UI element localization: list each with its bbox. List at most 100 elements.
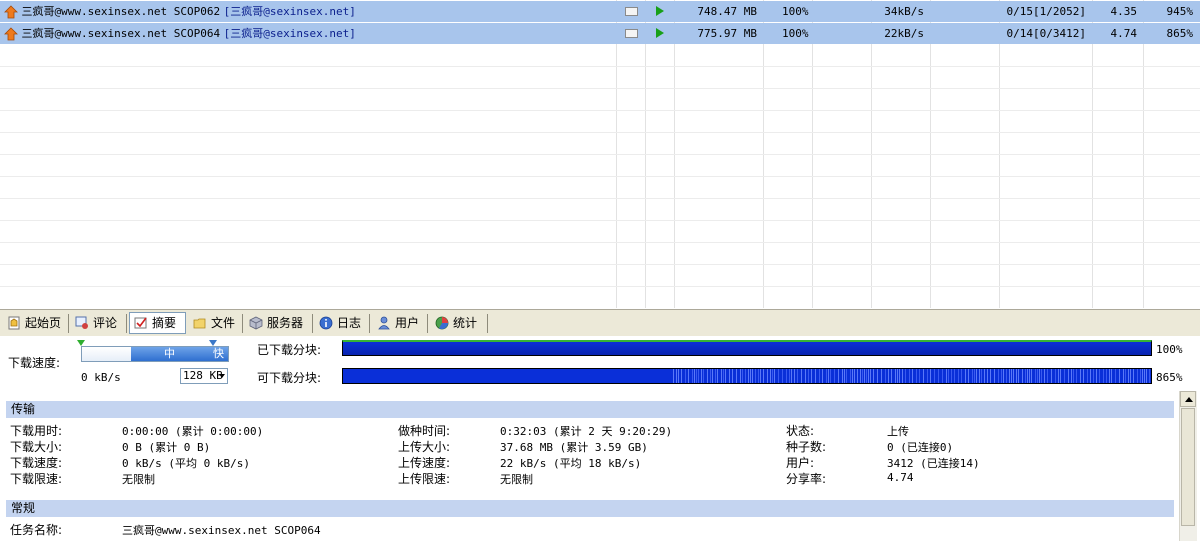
availability-stripe [1119, 369, 1120, 383]
availability-stripe [694, 369, 695, 383]
availability-stripe [1044, 369, 1045, 383]
scroll-up-button[interactable] [1180, 391, 1196, 407]
tab-summary[interactable]: 摘要 [129, 312, 186, 334]
availability-stripe [723, 369, 724, 383]
availability-stripe [990, 369, 991, 383]
availability-stripe [1125, 369, 1126, 383]
column-divider [1143, 0, 1144, 308]
tab-label: 文件 [211, 316, 236, 330]
availability-stripe [755, 369, 756, 383]
availability-stripe [862, 369, 863, 383]
download-speed-label: 下载速度: [8, 356, 61, 370]
table-row[interactable]: 三疯哥@www.sexinsex.net SCOP064 [三疯哥@sexins… [0, 23, 1200, 44]
availability-stripe [815, 369, 816, 383]
stat-value: 4.74 [887, 471, 914, 484]
scroll-thumb[interactable] [1181, 408, 1195, 526]
availability-stripe [1087, 369, 1088, 383]
availability-stripe [987, 369, 988, 383]
block-size-select[interactable]: 128 KB [180, 368, 228, 384]
availability-stripe [961, 369, 962, 383]
availability-stripe [707, 369, 708, 383]
availability-stripe [1090, 369, 1091, 383]
availability-stripe [866, 369, 867, 383]
availability-stripe [1073, 369, 1074, 383]
availability-stripe [752, 369, 753, 383]
stat-value: 0 B (累计 0 B) [122, 441, 211, 454]
home-page-icon [8, 316, 20, 330]
availability-stripe [715, 369, 716, 383]
availability-stripe [897, 369, 898, 383]
task-name-cell[interactable]: 三疯哥@www.sexinsex.net SCOP062 [三疯哥@sexins… [4, 1, 356, 22]
comment-cell[interactable] [617, 23, 645, 44]
availability-stripe [930, 369, 931, 383]
availability-stripe [1080, 369, 1081, 383]
availability-stripe [844, 369, 845, 383]
available-blocks-bar [342, 368, 1152, 384]
task-name-value: 三疯哥@www.sexinsex.net SCOP064 [122, 524, 321, 537]
stat-value: 上传 [887, 425, 909, 438]
availability-stripe [1128, 369, 1129, 383]
availability-stripe [772, 369, 773, 383]
availability-stripe [916, 369, 917, 383]
availability-stripe [770, 369, 771, 383]
tab-start-page[interactable]: 起始页 [3, 314, 69, 333]
availability-stripe [742, 369, 743, 383]
comment-cell[interactable] [617, 1, 645, 22]
availability-stripe [981, 369, 982, 383]
tab-log[interactable]: 日志 [315, 314, 370, 333]
stat-label: 分享率: [786, 472, 827, 486]
availability-stripe [965, 369, 966, 383]
availability-stripe [1106, 369, 1107, 383]
upload-arrow-icon [4, 5, 18, 19]
availability-stripe [710, 369, 711, 383]
task-name-cell[interactable]: 三疯哥@www.sexinsex.net SCOP064 [三疯哥@sexins… [4, 23, 356, 44]
tab-users[interactable]: 用户 [373, 314, 428, 333]
availability-stripe [1022, 369, 1023, 383]
stat-value: 22 kB/s (平均 18 kB/s) [500, 457, 642, 470]
availability-stripe [797, 369, 798, 383]
availability-stripe [919, 369, 920, 383]
speed-limit-slider[interactable]: 中 快 [81, 346, 229, 362]
availability-stripe [899, 369, 900, 383]
stat-label: 下载用时: [10, 424, 63, 438]
table-row[interactable]: 三疯哥@www.sexinsex.net SCOP062 [三疯哥@sexins… [0, 1, 1200, 22]
tab-label: 摘要 [152, 316, 177, 330]
status-cell[interactable] [646, 1, 674, 22]
tab-servers[interactable]: 服务器 [245, 314, 313, 333]
availability-stripe [1029, 369, 1030, 383]
column-divider [616, 0, 617, 308]
row-divider [0, 264, 1200, 265]
availability-stripe [685, 369, 686, 383]
stat-label: 状态: [786, 424, 815, 438]
summary-scrollbar[interactable] [1179, 391, 1197, 541]
availability-stripe [979, 369, 980, 383]
tab-statistics[interactable]: 统计 [431, 314, 488, 333]
task-list[interactable]: 三疯哥@www.sexinsex.net SCOP062 [三疯哥@sexins… [0, 0, 1200, 308]
availability-stripe [934, 369, 935, 383]
tab-label: 统计 [453, 316, 478, 330]
task-upload-speed: 22kB/s [884, 27, 924, 40]
downloaded-blocks-label: 已下载分块: [257, 343, 322, 357]
tab-label: 日志 [337, 316, 362, 330]
availability-stripe [811, 369, 812, 383]
downloaded-blocks-percent: 100% [1156, 343, 1183, 356]
comment-icon [75, 316, 88, 329]
availability-stripe [1047, 369, 1048, 383]
general-section-header: 常规 [6, 500, 1174, 517]
stat-label: 上传限速: [398, 472, 451, 486]
stat-label: 下载大小: [10, 440, 63, 454]
availability-stripe [850, 369, 851, 383]
tab-files[interactable]: 文件 [189, 314, 243, 333]
availability-stripe [1064, 369, 1065, 383]
availability-stripe [1076, 369, 1077, 383]
availability-stripe [1096, 369, 1097, 383]
stat-value: 无限制 [122, 473, 155, 486]
availability-stripe [748, 369, 749, 383]
status-cell[interactable] [646, 23, 674, 44]
availability-stripe [1060, 369, 1061, 383]
user-icon [378, 316, 390, 330]
stat-label: 做种时间: [398, 424, 451, 438]
task-size: 775.97 MB [697, 27, 757, 40]
availability-stripe [826, 369, 827, 383]
tab-comments[interactable]: 评论 [71, 314, 127, 333]
